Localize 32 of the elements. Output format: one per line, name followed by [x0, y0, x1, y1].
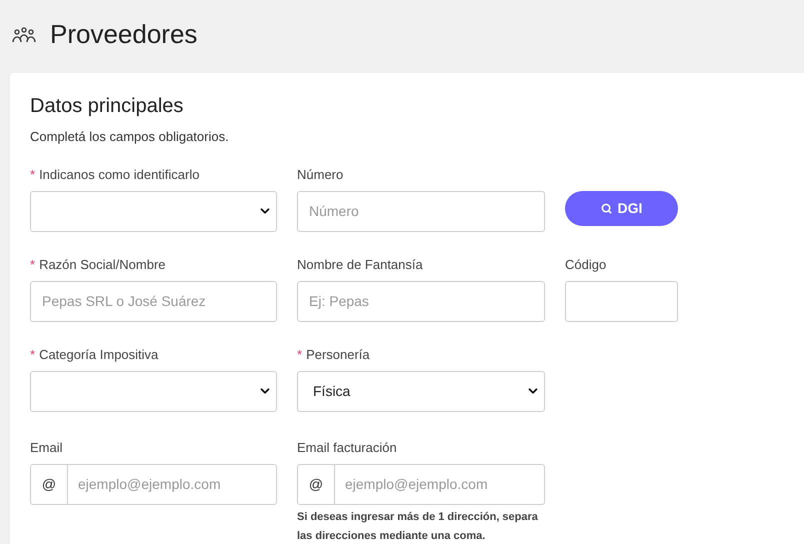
field-label: Razón Social/Nombre	[39, 256, 166, 272]
field-label: Email	[30, 440, 63, 456]
select-value: Física	[313, 382, 350, 400]
people-group-icon	[12, 26, 36, 44]
field-label: Nombre de Fantansía	[297, 256, 423, 272]
field-label: Código	[565, 256, 606, 272]
required-asterisk: *	[30, 256, 36, 272]
field-label: Número	[297, 166, 344, 182]
search-button[interactable]: DGI	[565, 190, 678, 226]
page-title: Proveedores	[50, 18, 198, 51]
select-field[interactable]	[30, 190, 277, 232]
select-field[interactable]	[30, 370, 277, 412]
select-field[interactable]: Física	[297, 370, 545, 412]
field-label: Email facturación	[297, 440, 397, 456]
at-sign-prefix: @	[30, 464, 68, 504]
input-field[interactable]	[565, 280, 678, 322]
at-sign-prefix: @	[297, 464, 335, 504]
field-label: Categoría Impositiva	[39, 346, 158, 362]
input-field[interactable]: ejemplo@ejemplo.com	[68, 464, 277, 504]
input-field[interactable]: Ej: Pepas	[297, 280, 545, 322]
section-subtitle: Completá los campos obligatorios.	[30, 128, 230, 146]
search-icon	[600, 202, 612, 214]
input-field[interactable]: ejemplo@ejemplo.com	[335, 464, 545, 504]
section-title: Datos principales	[30, 94, 184, 119]
required-asterisk: *	[297, 346, 302, 362]
required-asterisk: *	[30, 166, 36, 182]
field-label: Personería	[306, 346, 370, 362]
required-asterisk: *	[30, 346, 36, 362]
hint-text: Si deseas ingresar más de 1 dirección, separa las direcciones mediante una coma.	[297, 510, 539, 544]
input-field[interactable]: Número	[297, 190, 545, 232]
input-field[interactable]: Pepas SRL o José Suárez	[30, 280, 277, 322]
field-label: Indicanos como identificarlo	[39, 166, 200, 182]
